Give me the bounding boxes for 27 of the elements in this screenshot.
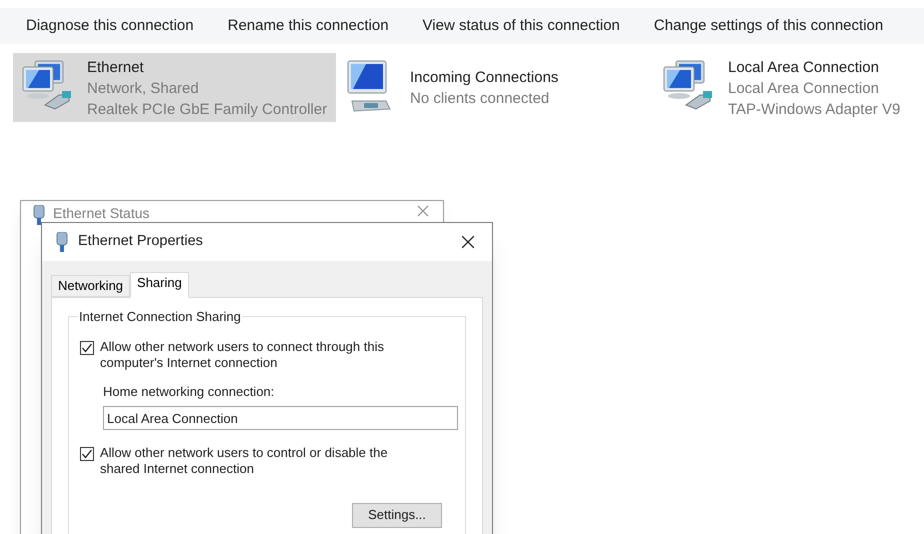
connection-status: Local Area Connection — [728, 79, 880, 99]
connection-status: No clients connected — [410, 89, 550, 109]
close-icon[interactable] — [417, 205, 429, 217]
tab[interactable]: Sharing — [130, 272, 189, 298]
field-label: Home networking connection: — [103, 383, 276, 400]
settings-button[interactable]: Settings... — [352, 502, 442, 528]
checkbox-label: Allow other network users to connect through this computer's Internet connection — [100, 339, 385, 371]
toolbar-button[interactable]: Diagnose this connection — [14, 11, 206, 41]
connection-name: Ethernet — [87, 58, 145, 78]
connection-status: Network, Shared — [87, 79, 200, 99]
checkbox[interactable] — [80, 341, 94, 355]
network-plug-icon — [56, 232, 68, 252]
connection-item[interactable]: Ethernet Network, Shared Realtek PCIe GbE Family Controller — [13, 53, 336, 122]
window-title: Ethernet Status — [53, 205, 151, 221]
toolbar-button[interactable]: View status of this connection — [410, 11, 632, 41]
connection-field[interactable]: Local Area Connection — [103, 406, 458, 430]
connection-device: Realtek PCIe GbE Family Controller — [87, 100, 328, 120]
network-plug-icon — [33, 205, 45, 225]
window-title: Ethernet Properties — [78, 232, 204, 252]
toolbar-button[interactable]: Change settings of this connection — [642, 11, 896, 41]
toolbar-button[interactable]: Rename this connection — [216, 11, 401, 41]
connection-name: Incoming Connections — [410, 68, 558, 88]
connection-name: Local Area Connection — [728, 58, 880, 78]
connection-device: TAP-Windows Adapter V9 — [728, 100, 900, 120]
checkbox[interactable] — [80, 446, 94, 460]
checkbox-label: Allow other network users to control or disable the shared Internet connection — [100, 444, 389, 476]
tab[interactable]: Networking — [51, 275, 130, 297]
